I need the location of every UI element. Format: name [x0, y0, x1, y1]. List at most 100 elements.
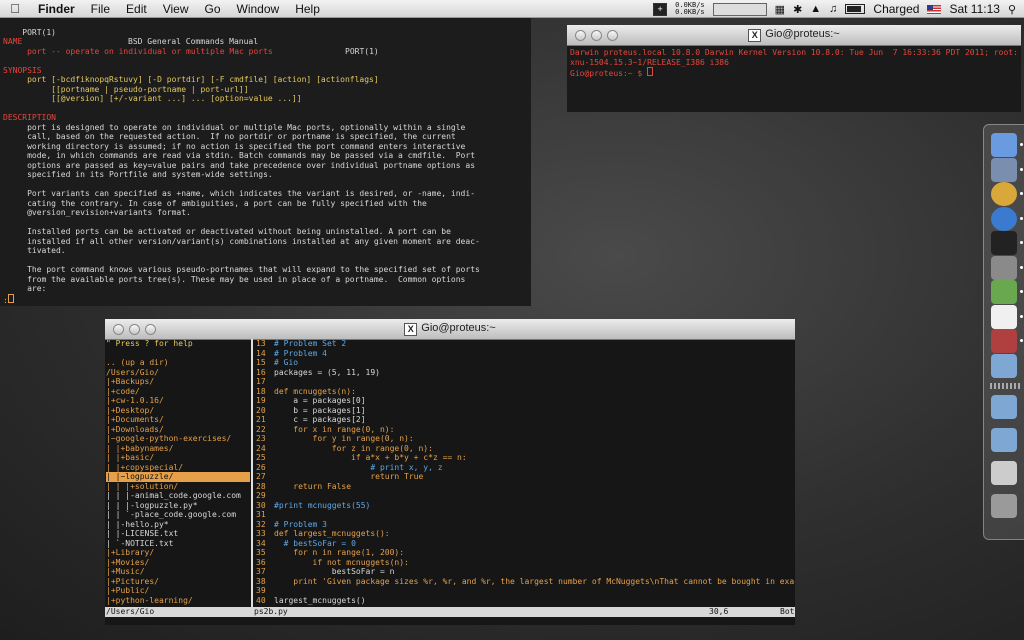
pane-divider[interactable] [251, 339, 253, 607]
tree-item[interactable]: | | |+solution/ [106, 482, 250, 492]
code-line[interactable]: 36 if not mcnuggets(n): [256, 558, 795, 568]
code-line[interactable]: 24 for z in range(0, n): [256, 444, 795, 454]
menu-edit[interactable]: Edit [118, 2, 155, 16]
code-line[interactable]: 17 [256, 377, 795, 387]
code-line[interactable]: 23 for y in range(0, n): [256, 434, 795, 444]
tree-item[interactable]: .. (up a dir) [106, 358, 250, 368]
code-editor-pane[interactable]: 13 # Problem Set 2 14 # Problem 4 15 # Gio 16 p… [256, 339, 795, 607]
code-line[interactable]: 31 [256, 510, 795, 520]
tree-item[interactable]: |+python-learning/ [106, 596, 250, 606]
x11-icon[interactable] [991, 304, 1017, 329]
tree-item[interactable]: |+code/ [106, 387, 250, 397]
stack-icon[interactable] [991, 461, 1017, 485]
menu-file[interactable]: File [83, 2, 118, 16]
vim-command-line[interactable] [105, 617, 795, 625]
menu-go[interactable]: Go [197, 2, 229, 16]
code-line[interactable]: 27 return True [256, 472, 795, 482]
battery-status[interactable]: Charged [873, 2, 919, 16]
vim-terminal-window[interactable]: X Gio@proteus:~ " Press ? for help .. (u… [105, 319, 795, 625]
applications-folder-icon[interactable] [991, 353, 1017, 378]
tree-item[interactable]: /Users/Gio/ [106, 368, 250, 378]
tree-item[interactable]: |+Music/ [106, 567, 250, 577]
terminal-prompt[interactable]: Gio@proteus:~ $ [570, 67, 1018, 78]
tree-item[interactable]: |+Downloads/ [106, 425, 250, 435]
wifi-icon[interactable]: ▲ [810, 3, 821, 15]
textmate-icon[interactable] [991, 280, 1017, 304]
code-line[interactable]: 20 b = packages[1] [256, 406, 795, 416]
tree-item[interactable]: | |~logpuzzle/ [106, 472, 250, 482]
trash-icon[interactable] [991, 494, 1017, 518]
tree-item[interactable]: | |+copyspecial/ [106, 463, 250, 473]
code-line[interactable]: 22 for x in range(0, n): [256, 425, 795, 435]
volume-icon[interactable]: ♫ [829, 3, 837, 15]
tree-item[interactable]: |+Library/ [106, 548, 250, 558]
tree-item[interactable]: | `-NOTICE.txt [106, 539, 250, 549]
small-terminal-titlebar[interactable]: X Gio@proteus:~ [567, 25, 1021, 46]
code-line[interactable]: 26 # print x, y, z [256, 463, 795, 473]
code-line[interactable]: 30 #print mcnuggets(55) [256, 501, 795, 511]
code-line[interactable]: 21 c = packages[2] [256, 415, 795, 425]
menu-help[interactable]: Help [287, 2, 328, 16]
tree-item[interactable]: | |-hello.py* [106, 520, 250, 530]
code-line[interactable]: 33 def largest_mcnuggets(): [256, 529, 795, 539]
menu-view[interactable]: View [155, 2, 197, 16]
menu-app-name[interactable]: Finder [30, 2, 83, 16]
tree-item[interactable]: |+Movies/ [106, 558, 250, 568]
nerdtree-pane[interactable]: " Press ? for help .. (up a dir)/Users/G… [105, 339, 250, 607]
code-line[interactable]: 34 # bestSoFar = 0 [256, 539, 795, 549]
code-line[interactable]: 14 # Problem 4 [256, 349, 795, 359]
code-line[interactable]: 29 [256, 491, 795, 501]
code-line[interactable]: 32 # Problem 3 [256, 520, 795, 530]
code-line[interactable]: 40 largest_mcnuggets() [256, 596, 795, 606]
tree-item[interactable]: | |+basic/ [106, 453, 250, 463]
battery-icon[interactable] [845, 4, 866, 14]
preview-icon[interactable] [991, 157, 1017, 182]
code-line[interactable]: 16 packages = (5, 11, 19) [256, 368, 795, 378]
downloads-folder-icon[interactable] [991, 428, 1017, 452]
code-line[interactable]: 15 # Gio [256, 358, 795, 368]
itunes-icon[interactable] [991, 206, 1017, 231]
minimize-button[interactable] [591, 30, 602, 41]
tree-item[interactable]: |+Backups/ [106, 377, 250, 387]
code-line[interactable]: 18 def mcnuggets(n): [256, 387, 795, 397]
code-line[interactable]: 19 a = packages[0] [256, 396, 795, 406]
zoom-button[interactable] [607, 30, 618, 41]
close-button[interactable] [113, 324, 124, 335]
terminal-icon[interactable] [991, 231, 1017, 255]
zoom-button[interactable] [145, 324, 156, 335]
finder-icon[interactable] [991, 133, 1017, 157]
input-source-flag-icon[interactable] [927, 4, 942, 14]
tree-item[interactable]: |+Desktop/ [106, 406, 250, 416]
code-line[interactable]: 37 bestSoFar = n [256, 567, 795, 577]
add-icon[interactable]: + [653, 2, 668, 16]
clock[interactable]: Sat 11:13 [949, 2, 999, 16]
close-button[interactable] [575, 30, 586, 41]
apple-menu-icon[interactable]:  [0, 1, 30, 16]
documents-folder-icon[interactable] [991, 395, 1017, 419]
minimize-button[interactable] [129, 324, 140, 335]
chrome-icon[interactable] [991, 182, 1017, 206]
code-line[interactable]: 25 if a*x + b*y + c*z == n: [256, 453, 795, 463]
tree-item[interactable]: |+cw-1.0.16/ [106, 396, 250, 406]
small-terminal-window[interactable]: X Gio@proteus:~ Darwin proteus.local 10.… [567, 25, 1021, 112]
spotlight-icon[interactable]: ⚲ [1008, 3, 1016, 16]
spaces-icon[interactable] [712, 2, 767, 16]
man-page-terminal[interactable]: PORT(1) BSD General Commands Manual PORT… [0, 18, 531, 306]
menu-window[interactable]: Window [229, 2, 288, 16]
tree-item[interactable]: |+Documents/ [106, 415, 250, 425]
grid-icon[interactable]: ▦ [775, 3, 785, 16]
code-line[interactable]: 28 return False [256, 482, 795, 492]
tree-item[interactable]: | |-LICENSE.txt [106, 529, 250, 539]
system-preferences-icon[interactable] [991, 255, 1017, 280]
tree-item[interactable]: | | |-logpuzzle.py* [106, 501, 250, 511]
code-line[interactable]: 35 for n in range(1, 200): [256, 548, 795, 558]
tree-item[interactable]: |+Pictures/ [106, 577, 250, 587]
code-line[interactable]: 38 print 'Given package sizes %r, %r, an… [256, 577, 795, 587]
man-pager-prompt[interactable]: : [3, 293, 528, 305]
tree-item[interactable]: |~google-python-exercises/ [106, 434, 250, 444]
tree-item[interactable]: | | `-place_code.google.com [106, 510, 250, 520]
tree-item[interactable]: |+Public/ [106, 586, 250, 596]
tree-item[interactable]: | | |-animal_code.google.com [106, 491, 250, 501]
tree-item[interactable] [106, 349, 250, 359]
code-line[interactable]: 39 [256, 586, 795, 596]
